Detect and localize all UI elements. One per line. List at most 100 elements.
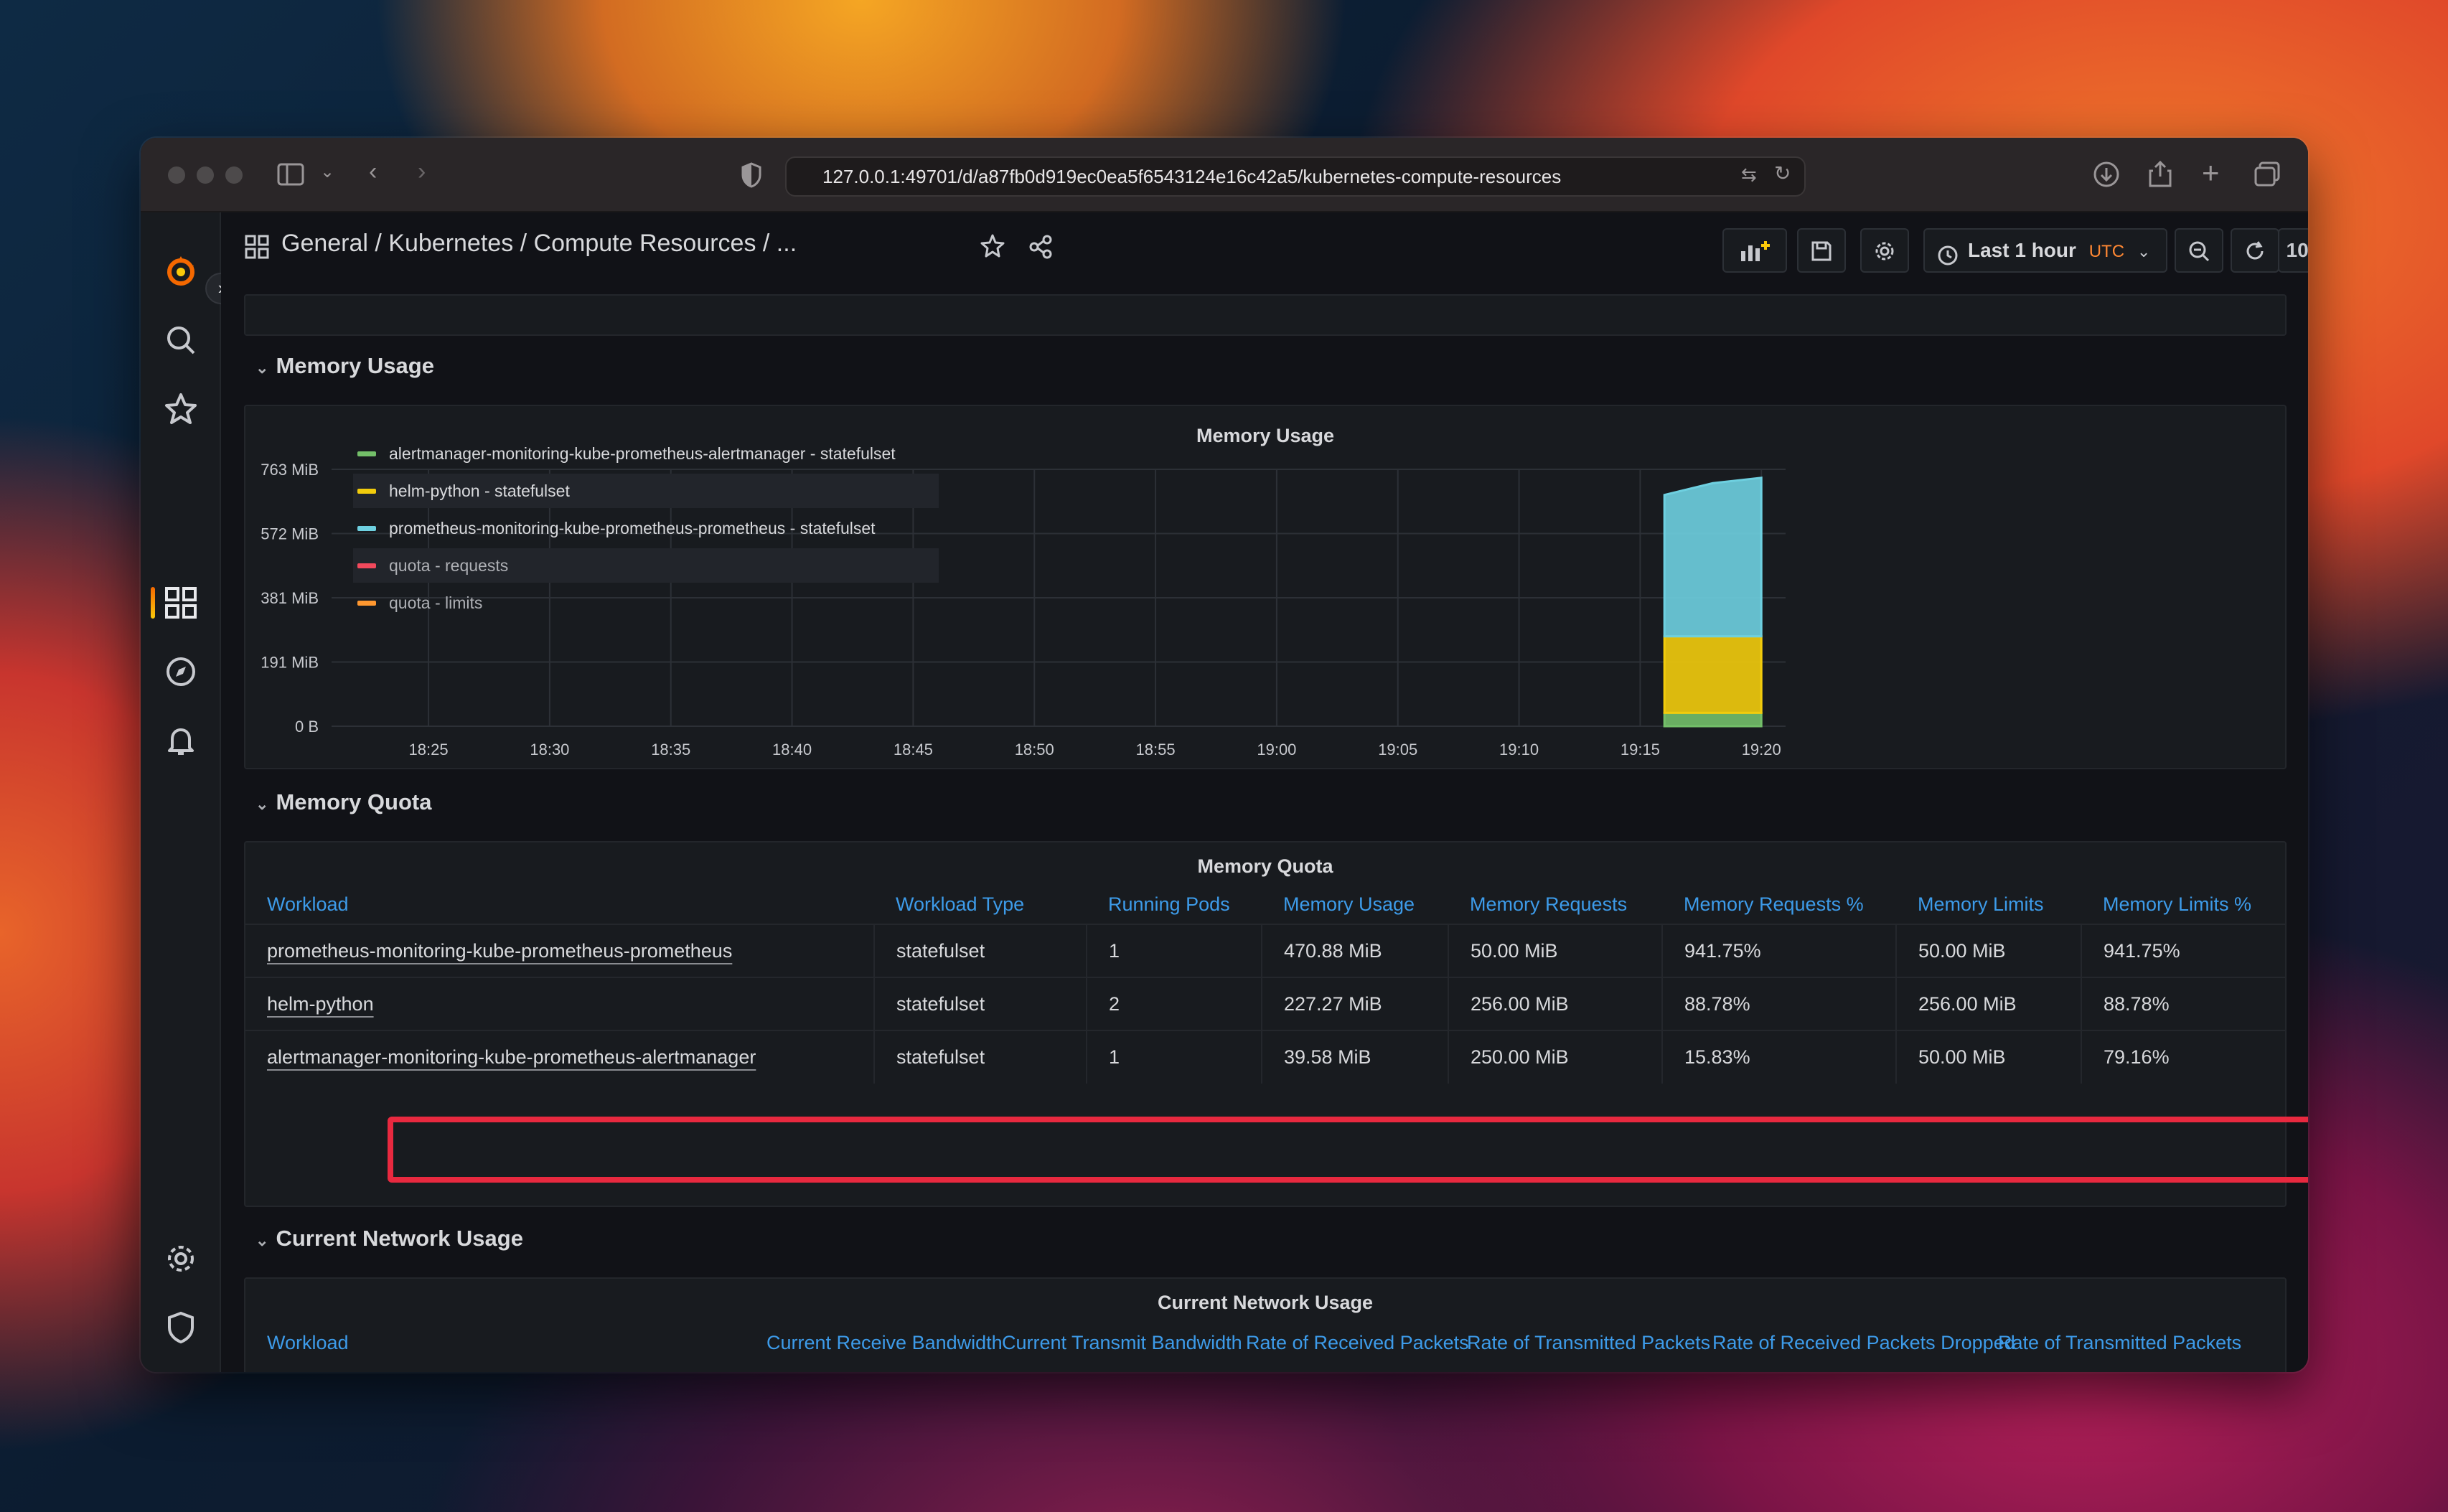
legend-swatch <box>357 489 376 494</box>
table-cell: 50.00 MiB <box>1896 924 2082 977</box>
column-header[interactable]: Workload Type <box>874 886 1087 924</box>
column-header[interactable]: Memory Usage <box>1262 886 1448 924</box>
zoom-out-button[interactable] <box>2175 228 2223 273</box>
explore-compass-icon[interactable] <box>162 653 200 690</box>
legend-label: prometheus-monitoring-kube-prometheus-pr… <box>389 519 876 537</box>
add-panel-button[interactable] <box>1722 228 1787 273</box>
column-header[interactable]: Memory Limits <box>1896 886 2081 924</box>
table-cell: statefulset <box>874 977 1087 1030</box>
workload-link[interactable]: helm-python <box>267 993 374 1015</box>
legend-item[interactable]: prometheus-monitoring-kube-prometheus-pr… <box>353 511 939 545</box>
reload-icon[interactable]: ↻ <box>1774 164 1791 184</box>
chevron-down-icon[interactable]: ⌄ <box>320 164 334 181</box>
network-panel: Current Network Usage <box>244 1277 2287 1372</box>
configuration-gear-icon[interactable] <box>162 1240 200 1277</box>
legend-item[interactable]: alertmanager-monitoring-kube-prometheus-… <box>353 436 939 471</box>
browser-toolbar: ⌄ ‹ › 127.0.0.1:49701/d/a87fb0d919ec0ea5… <box>141 138 2308 212</box>
chevron-down-icon: ⌄ <box>255 359 269 377</box>
x-tick-label: 18:50 <box>1015 741 1054 759</box>
grafana-logo-icon[interactable] <box>162 253 200 290</box>
table-cell: prometheus-monitoring-kube-prometheus-pr… <box>245 924 875 977</box>
back-icon[interactable]: ‹ <box>369 159 377 184</box>
table-cell: helm-python <box>245 977 875 1030</box>
address-bar[interactable]: 127.0.0.1:49701/d/a87fb0d919ec0ea5f65431… <box>785 156 1806 197</box>
legend-label: quota - requests <box>389 556 509 575</box>
close-window-button[interactable] <box>168 166 185 184</box>
new-tab-icon[interactable]: + <box>2202 158 2220 188</box>
refresh-interval-picker[interactable]: 10s ⌄ <box>2278 228 2308 273</box>
forward-icon[interactable]: › <box>418 159 426 184</box>
time-range-label: Last 1 hour <box>1968 239 2076 261</box>
network-panel-title: Current Network Usage <box>1157 1292 1374 1313</box>
table-cell: 88.78% <box>2081 977 2285 1030</box>
previous-panel <box>244 294 2287 336</box>
x-tick-label: 18:55 <box>1136 741 1176 759</box>
grafana-sidebar: ? <box>141 212 221 1372</box>
minimize-window-button[interactable] <box>197 166 214 184</box>
download-icon[interactable] <box>2093 161 2120 192</box>
dashboard-settings-button[interactable] <box>1860 228 1909 273</box>
x-tick-label: 18:35 <box>651 741 690 759</box>
x-tick-label: 19:10 <box>1499 741 1539 759</box>
save-dashboard-button[interactable] <box>1797 228 1846 273</box>
star-dashboard-icon[interactable] <box>979 233 1006 263</box>
alerting-bell-icon[interactable] <box>162 722 200 759</box>
row-memory-usage-title: Memory Usage <box>276 353 434 378</box>
table-cell: 88.78% <box>1662 977 1897 1030</box>
column-header[interactable]: Rate of Received Packets <box>1246 1332 1469 1354</box>
translate-icon[interactable]: ⇆ <box>1741 165 1757 184</box>
column-header[interactable]: Current Receive Bandwidth <box>766 1332 1003 1354</box>
x-tick-label: 18:45 <box>894 741 933 759</box>
legend-item[interactable]: quota - limits <box>353 586 939 620</box>
workload-link[interactable]: prometheus-monitoring-kube-prometheus-pr… <box>267 940 732 962</box>
table-header-row: Workload Workload Type Running Pods Memory … <box>245 886 2285 924</box>
column-header[interactable]: Memory Requests <box>1448 886 1662 924</box>
column-header[interactable]: Running Pods <box>1087 886 1262 924</box>
dashboard-grid-icon <box>244 234 270 263</box>
row-memory-usage[interactable]: ⌄ Memory Usage <box>255 353 434 379</box>
time-range-picker[interactable]: Last 1 hour UTC ⌄ <box>1923 228 2167 273</box>
table-cell: 15.83% <box>1662 1030 1897 1084</box>
table-cell: 256.00 MiB <box>1896 977 2082 1030</box>
row-current-network-usage[interactable]: ⌄ Current Network Usage <box>255 1226 523 1252</box>
refresh-interval-label: 10s <box>2286 239 2308 261</box>
column-header[interactable]: Workload <box>245 886 874 924</box>
table-cell: 2 <box>1087 977 1262 1030</box>
timezone-label: UTC <box>2088 242 2125 261</box>
tab-overview-icon[interactable] <box>2254 161 2281 192</box>
chevron-down-icon: ⌄ <box>255 795 269 813</box>
zoom-window-button[interactable] <box>225 166 243 184</box>
column-header[interactable]: Workload <box>267 1332 349 1354</box>
privacy-shield-icon[interactable] <box>741 162 762 192</box>
share-icon[interactable] <box>2147 159 2173 192</box>
dashboards-icon[interactable] <box>162 584 200 621</box>
legend-item[interactable]: helm-python - statefulset <box>353 474 939 508</box>
share-dashboard-icon[interactable] <box>1028 234 1054 263</box>
column-header[interactable]: Memory Requests % <box>1662 886 1896 924</box>
legend-label: alertmanager-monitoring-kube-prometheus-… <box>389 444 896 463</box>
refresh-button[interactable] <box>2231 228 2279 273</box>
workload-link[interactable]: alertmanager-monitoring-kube-prometheus-… <box>267 1046 756 1068</box>
table-cell: 470.88 MiB <box>1262 924 1449 977</box>
starred-icon[interactable] <box>162 390 200 428</box>
column-header[interactable]: Memory Limits % <box>2081 886 2285 924</box>
breadcrumb[interactable]: General / Kubernetes / Compute Resources… <box>281 230 797 258</box>
search-icon[interactable] <box>162 321 200 359</box>
server-admin-shield-icon[interactable] <box>162 1309 200 1346</box>
sidebar-toggle-icon[interactable] <box>277 162 306 191</box>
y-tick-label: 0 B <box>295 718 319 736</box>
column-header[interactable]: Current Transmit Bandwidth <box>1002 1332 1242 1354</box>
table-cell: 250.00 MiB <box>1448 1030 1663 1084</box>
legend-swatch <box>357 451 376 456</box>
table-cell: 941.75% <box>2081 924 2285 977</box>
column-header[interactable]: Rate of Received Packets Dropped <box>1712 1332 2015 1354</box>
column-header[interactable]: Rate of Transmitted Packets <box>1467 1332 1710 1354</box>
row-memory-quota[interactable]: ⌄ Memory Quota <box>255 789 431 815</box>
helm-python-highlight-box <box>388 1117 2308 1183</box>
y-tick-label: 572 MiB <box>261 525 319 543</box>
url-text: 127.0.0.1:49701/d/a87fb0d919ec0ea5f65431… <box>822 166 1562 187</box>
y-tick-label: 191 MiB <box>261 654 319 672</box>
legend-item[interactable]: quota - requests <box>353 548 939 583</box>
table-cell: statefulset <box>874 924 1087 977</box>
column-header[interactable]: Rate of Transmitted Packets <box>1998 1332 2241 1354</box>
